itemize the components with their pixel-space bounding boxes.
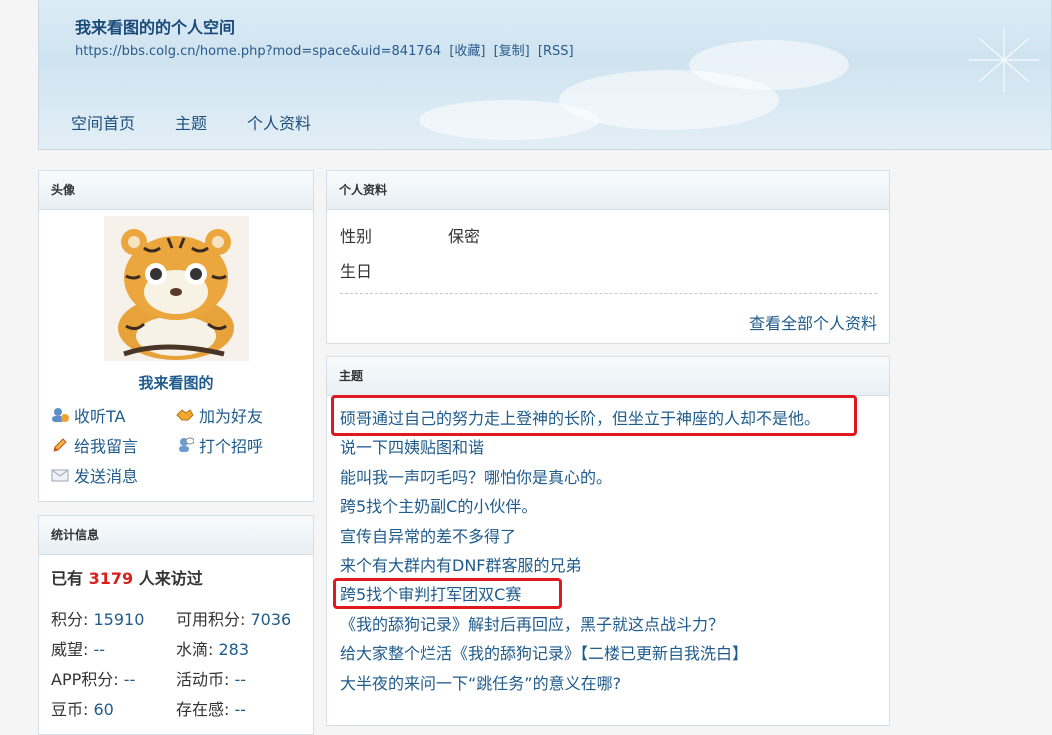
follow-button[interactable]: 收听TA: [51, 403, 125, 427]
follow-label: 收听TA: [74, 407, 126, 426]
add-friend-button[interactable]: 加为好友: [176, 403, 263, 427]
nav-topics[interactable]: 主题: [175, 110, 207, 134]
topic-link[interactable]: 来个有大群内有DNF群客服的兄弟: [340, 551, 820, 580]
nav-space-home[interactable]: 空间首页: [71, 110, 135, 134]
dandelion-icon: [969, 28, 1039, 92]
stat-label: 可用积分:: [176, 610, 246, 629]
visits-suffix: 人来访过: [138, 569, 203, 588]
stat-label: 活动币:: [176, 670, 230, 689]
panel-heading: 个人资料: [327, 171, 889, 210]
stat-value: 7036: [250, 610, 292, 629]
profile-label: 性别: [340, 227, 373, 246]
stat-value: 60: [93, 700, 114, 719]
topic-link[interactable]: 宣传自异常的差不多得了: [340, 522, 820, 551]
topic-link[interactable]: 跨5找个审判打军团双C赛: [340, 580, 820, 609]
greet-button[interactable]: 打个招呼: [176, 433, 263, 457]
space-title[interactable]: 我来看图的的个人空间: [75, 14, 235, 38]
profile-label: 生日: [340, 262, 373, 281]
profile-row-gender: 性别 保密: [340, 223, 480, 247]
nav-profile[interactable]: 个人资料: [247, 110, 311, 134]
stats-panel: 统计信息 已有 3179 人来访过 积分: 15910 可用积分: 7036 威…: [38, 515, 314, 735]
profile-value: 保密: [448, 227, 481, 246]
stat-label: 存在感:: [176, 700, 230, 719]
stat-points: 积分: 15910: [51, 606, 144, 630]
envelope-icon: [51, 469, 69, 482]
topic-link[interactable]: 硕哥通过自己的努力走上登神的长阶，但坐立于神座的人却不是他。: [340, 404, 820, 433]
stat-label: APP积分:: [51, 670, 119, 689]
visits-prefix: 已有: [51, 569, 84, 588]
topic-link[interactable]: 大半夜的来问一下“跳任务”的意义在哪?: [340, 669, 820, 698]
space-nav: 空间首页 主题 个人资料: [71, 110, 351, 134]
stat-value: --: [123, 670, 136, 689]
stat-value: --: [234, 670, 247, 689]
topic-link[interactable]: 跨5找个主奶副C的小伙伴。: [340, 492, 820, 521]
cloud-decoration: [419, 100, 599, 140]
stat-app-points: APP积分: --: [51, 666, 135, 690]
send-message-button[interactable]: 发送消息: [51, 463, 138, 487]
panel-heading: 头像: [39, 171, 313, 210]
stat-label: 积分:: [51, 610, 89, 629]
stat-bean-coins: 豆币: 60: [51, 696, 114, 720]
username[interactable]: 我来看图的: [39, 372, 313, 393]
topic-link[interactable]: 说一下四姨贴图和谐: [340, 433, 820, 462]
stat-value: 15910: [93, 610, 145, 629]
topic-link[interactable]: 《我的舔狗记录》解封后再回应，黑子就这点战斗力？: [340, 610, 820, 639]
topic-link[interactable]: 能叫我一声叼毛吗？哪怕你是真心的。: [340, 463, 820, 492]
stat-available-points: 可用积分: 7036: [176, 606, 291, 630]
topic-list: 硕哥通过自己的努力走上登神的长阶，但坐立于神座的人却不是他。 说一下四姨贴图和谐…: [340, 404, 820, 698]
favorite-link[interactable]: [收藏]: [449, 44, 485, 59]
visits-number: 3179: [88, 569, 134, 588]
handshake-icon: [176, 409, 194, 421]
stat-activity-coins: 活动币: --: [176, 666, 246, 690]
rss-link[interactable]: [RSS]: [538, 44, 574, 59]
panel-heading: 统计信息: [39, 516, 313, 555]
greet-label: 打个招呼: [199, 437, 264, 456]
send-message-label: 发送消息: [74, 467, 139, 486]
add-friend-label: 加为好友: [199, 407, 264, 426]
leave-message-label: 给我留言: [74, 437, 139, 456]
topic-link[interactable]: 给大家整个烂活《我的舔狗记录》【二楼已更新自我洗白】: [340, 639, 820, 668]
visit-count: 已有 3179 人来访过: [51, 565, 203, 589]
avatar[interactable]: [104, 216, 249, 361]
stat-label: 豆币:: [51, 700, 89, 719]
stat-value: 283: [218, 640, 250, 659]
space-header: 我来看图的的个人空间 https://bbs.colg.cn/home.php?…: [38, 0, 1052, 150]
avatar-panel: 头像 我来看图的 收听TA 加为好友 给我留言 打个招呼 发送消息: [38, 170, 314, 502]
copy-link[interactable]: [复制]: [494, 44, 530, 59]
profile-row-birthday: 生日: [340, 258, 372, 282]
profile-panel: 个人资料 性别 保密 生日 查看全部个人资料: [326, 170, 890, 344]
stat-value: --: [234, 700, 247, 719]
stat-prestige: 威望: --: [51, 636, 105, 660]
stat-label: 水滴:: [176, 640, 214, 659]
stat-value: --: [93, 640, 106, 659]
space-url[interactable]: https://bbs.colg.cn/home.php?mod=space&u…: [75, 44, 441, 59]
greet-icon: [179, 437, 194, 452]
cloud-decoration: [689, 40, 849, 90]
stat-presence: 存在感: --: [176, 696, 246, 720]
follow-icon: [52, 408, 69, 422]
panel-heading: 主题: [327, 357, 889, 396]
topics-panel: 主题 硕哥通过自己的努力走上登神的长阶，但坐立于神座的人却不是他。 说一下四姨贴…: [326, 356, 890, 726]
stat-water-drops: 水滴: 283: [176, 636, 249, 660]
stat-label: 威望:: [51, 640, 89, 659]
divider: [340, 293, 877, 294]
view-all-profile-link[interactable]: 查看全部个人资料: [749, 310, 877, 334]
pencil-icon: [53, 438, 67, 452]
leave-message-button[interactable]: 给我留言: [51, 433, 138, 457]
space-url-line: https://bbs.colg.cn/home.php?mod=space&u…: [75, 40, 578, 59]
